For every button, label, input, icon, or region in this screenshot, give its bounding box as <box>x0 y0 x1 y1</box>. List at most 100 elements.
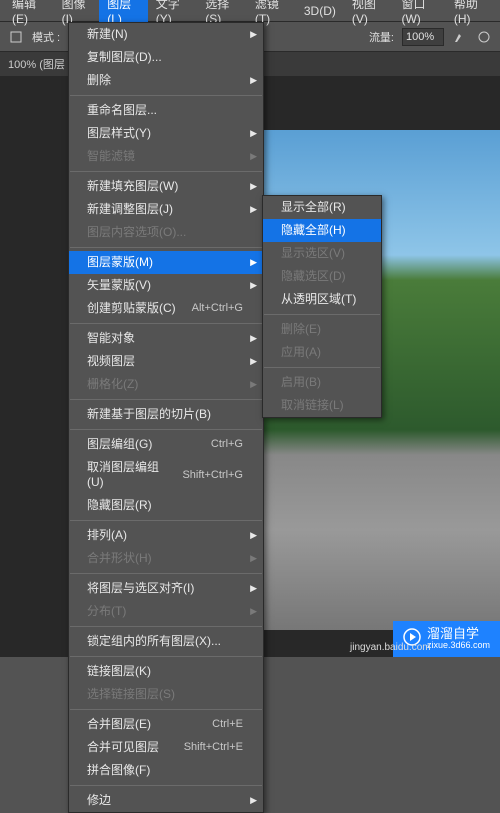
layer-menu-item-16[interactable]: 智能对象▶ <box>69 327 263 350</box>
submenu-arrow-icon: ▶ <box>250 354 257 369</box>
layer-menu-item-label: 视频图层 <box>87 354 135 369</box>
layer-menu-item-17[interactable]: 视频图层 ▶ <box>69 350 263 373</box>
layer-menu-item-label: 删除 <box>87 73 111 88</box>
layer-menu-item-label: 图层样式(Y) <box>87 126 151 141</box>
layer-menu-item-30: 分布(T) ▶ <box>69 600 263 623</box>
layer-menu-item-label: 将图层与选区对齐(I) <box>87 581 194 596</box>
layer-menu-item-shortcut: Shift+Ctrl+G <box>182 468 243 483</box>
layer-menu-item-32[interactable]: 锁定组内的所有图层(X)... <box>69 630 263 653</box>
layer-menu-item-38[interactable]: 合并可见图层Shift+Ctrl+E <box>69 736 263 759</box>
layer-menu-item-label: 链接图层(K) <box>87 664 151 679</box>
layer-menu-separator <box>70 247 262 248</box>
submenu-arrow-icon: ▶ <box>250 793 257 808</box>
layer-mask-submenu-item-label: 显示选区(V) <box>281 246 345 261</box>
layer-menu-separator <box>70 95 262 96</box>
layer-menu-item-shortcut: Ctrl+G <box>211 437 243 452</box>
submenu-arrow-icon: ▶ <box>250 179 257 194</box>
layer-menu-separator <box>70 785 262 786</box>
menubar: 编辑(E) 图像(I) 图层(L) 文字(Y) 选择(S) 滤镜(T) 3D(D… <box>0 0 500 22</box>
layer-menu-separator <box>70 520 262 521</box>
layer-menu-item-6: 智能滤镜▶ <box>69 145 263 168</box>
layer-menu-item-label: 复制图层(D)... <box>87 50 162 65</box>
layer-menu-separator <box>70 626 262 627</box>
tablet-pressure-icon[interactable] <box>476 29 492 45</box>
layer-menu-item-20[interactable]: 新建基于图层的切片(B) <box>69 403 263 426</box>
layer-menu-item-27: 合并形状(H)▶ <box>69 547 263 570</box>
layer-menu-item-18: 栅格化(Z) ▶ <box>69 373 263 396</box>
layer-menu-item-label: 选择链接图层(S) <box>87 687 175 702</box>
layer-menu-item-shortcut: Shift+Ctrl+E <box>184 740 243 755</box>
layer-mask-submenu-item-3: 隐藏选区(D) <box>263 265 381 288</box>
layer-menu-item-22[interactable]: 图层编组(G) Ctrl+G <box>69 433 263 456</box>
layer-menu-item-label: 锁定组内的所有图层(X)... <box>87 634 221 649</box>
submenu-arrow-icon: ▶ <box>250 581 257 596</box>
layer-menu-item-41[interactable]: 修边 ▶ <box>69 789 263 812</box>
menu-help[interactable]: 帮助(H) <box>446 0 496 29</box>
submenu-arrow-icon: ▶ <box>250 73 257 88</box>
layer-menu-item-label: 修边 <box>87 793 111 808</box>
layer-menu-item-2[interactable]: 删除 ▶ <box>69 69 263 92</box>
watermark-text: 溜溜自学 <box>427 627 490 641</box>
submenu-arrow-icon: ▶ <box>250 377 257 392</box>
layer-menu-item-9[interactable]: 新建调整图层(J)▶ <box>69 198 263 221</box>
layer-menu-item-label: 新建调整图层(J) <box>87 202 173 217</box>
submenu-arrow-icon: ▶ <box>250 255 257 270</box>
layer-mask-submenu-item-label: 从透明区域(T) <box>281 292 356 307</box>
layer-menu-item-1[interactable]: 复制图层(D)... <box>69 46 263 69</box>
layer-mask-submenu-item-6: 删除(E) <box>263 318 381 341</box>
layer-menu-item-8[interactable]: 新建填充图层(W) ▶ <box>69 175 263 198</box>
layer-mask-submenu-item-label: 删除(E) <box>281 322 321 337</box>
layer-menu-separator <box>70 429 262 430</box>
menu-view[interactable]: 视图(V) <box>344 0 394 29</box>
layer-menu-item-39[interactable]: 拼合图像(F) <box>69 759 263 782</box>
layer-menu-item-5[interactable]: 图层样式(Y)▶ <box>69 122 263 145</box>
layer-menu: 新建(N)▶复制图层(D)...删除▶重命名图层...图层样式(Y)▶智能滤镜▶… <box>68 22 264 813</box>
layer-mask-submenu-item-label: 启用(B) <box>281 375 321 390</box>
layer-mask-submenu-item-2: 显示选区(V) <box>263 242 381 265</box>
layer-menu-item-34[interactable]: 链接图层(K) <box>69 660 263 683</box>
layer-menu-item-label: 合并图层(E) <box>87 717 151 732</box>
layer-menu-item-label: 智能对象 <box>87 331 135 346</box>
menu-edit[interactable]: 编辑(E) <box>4 0 54 29</box>
layer-menu-item-26[interactable]: 排列(A)▶ <box>69 524 263 547</box>
layer-menu-item-label: 图层编组(G) <box>87 437 152 452</box>
layer-menu-item-label: 栅格化(Z) <box>87 377 138 392</box>
submenu-arrow-icon: ▶ <box>250 149 257 164</box>
layer-mask-submenu-separator <box>264 314 380 315</box>
layer-menu-item-14[interactable]: 创建剪贴蒙版(C)Alt+Ctrl+G <box>69 297 263 320</box>
layer-menu-item-24[interactable]: 隐藏图层(R) <box>69 494 263 517</box>
layer-menu-item-0[interactable]: 新建(N)▶ <box>69 23 263 46</box>
layer-menu-item-23[interactable]: 取消图层编组(U)Shift+Ctrl+G <box>69 456 263 494</box>
layer-mask-submenu-item-label: 隐藏全部(H) <box>281 223 346 238</box>
layer-menu-item-13[interactable]: 矢量蒙版(V) ▶ <box>69 274 263 297</box>
layer-menu-item-label: 矢量蒙版(V) <box>87 278 151 293</box>
layer-menu-item-label: 拼合图像(F) <box>87 763 150 778</box>
layer-mask-submenu: 显示全部(R) 隐藏全部(H) 显示选区(V) 隐藏选区(D) 从透明区域(T) 删除(E… <box>262 195 382 418</box>
layer-menu-item-29[interactable]: 将图层与选区对齐(I) ▶ <box>69 577 263 600</box>
submenu-arrow-icon: ▶ <box>250 604 257 619</box>
layer-menu-item-12[interactable]: 图层蒙版(M) ▶ <box>69 251 263 274</box>
layer-menu-item-shortcut: Alt+Ctrl+G <box>192 301 243 316</box>
layer-mask-submenu-item-10: 取消链接(L) <box>263 394 381 417</box>
mode-label: 模式 : <box>32 29 60 45</box>
airbrush-icon[interactable] <box>452 29 468 45</box>
layer-menu-separator <box>70 709 262 710</box>
layer-mask-submenu-item-label: 应用(A) <box>281 345 321 360</box>
layer-mask-submenu-item-0[interactable]: 显示全部(R) <box>263 196 381 219</box>
flow-input[interactable] <box>402 28 444 46</box>
layer-menu-item-label: 图层内容选项(O)... <box>87 225 186 240</box>
submenu-arrow-icon: ▶ <box>250 278 257 293</box>
menu-3d[interactable]: 3D(D) <box>296 1 344 21</box>
layer-mask-submenu-item-label: 显示全部(R) <box>281 200 346 215</box>
layer-mask-submenu-item-1[interactable]: 隐藏全部(H) <box>263 219 381 242</box>
layer-menu-item-label: 分布(T) <box>87 604 126 619</box>
layer-menu-item-37[interactable]: 合并图层(E)Ctrl+E <box>69 713 263 736</box>
layer-menu-item-4[interactable]: 重命名图层... <box>69 99 263 122</box>
watermark-url: zixue.3d66.com <box>427 641 490 651</box>
menu-window[interactable]: 窗口(W) <box>393 0 445 29</box>
tool-icon[interactable] <box>8 29 24 45</box>
caption-text: jingyan.baidu.com <box>350 642 431 653</box>
layer-menu-item-label: 新建填充图层(W) <box>87 179 178 194</box>
layer-menu-item-label: 图层蒙版(M) <box>87 255 153 270</box>
layer-mask-submenu-item-4[interactable]: 从透明区域(T) <box>263 288 381 311</box>
